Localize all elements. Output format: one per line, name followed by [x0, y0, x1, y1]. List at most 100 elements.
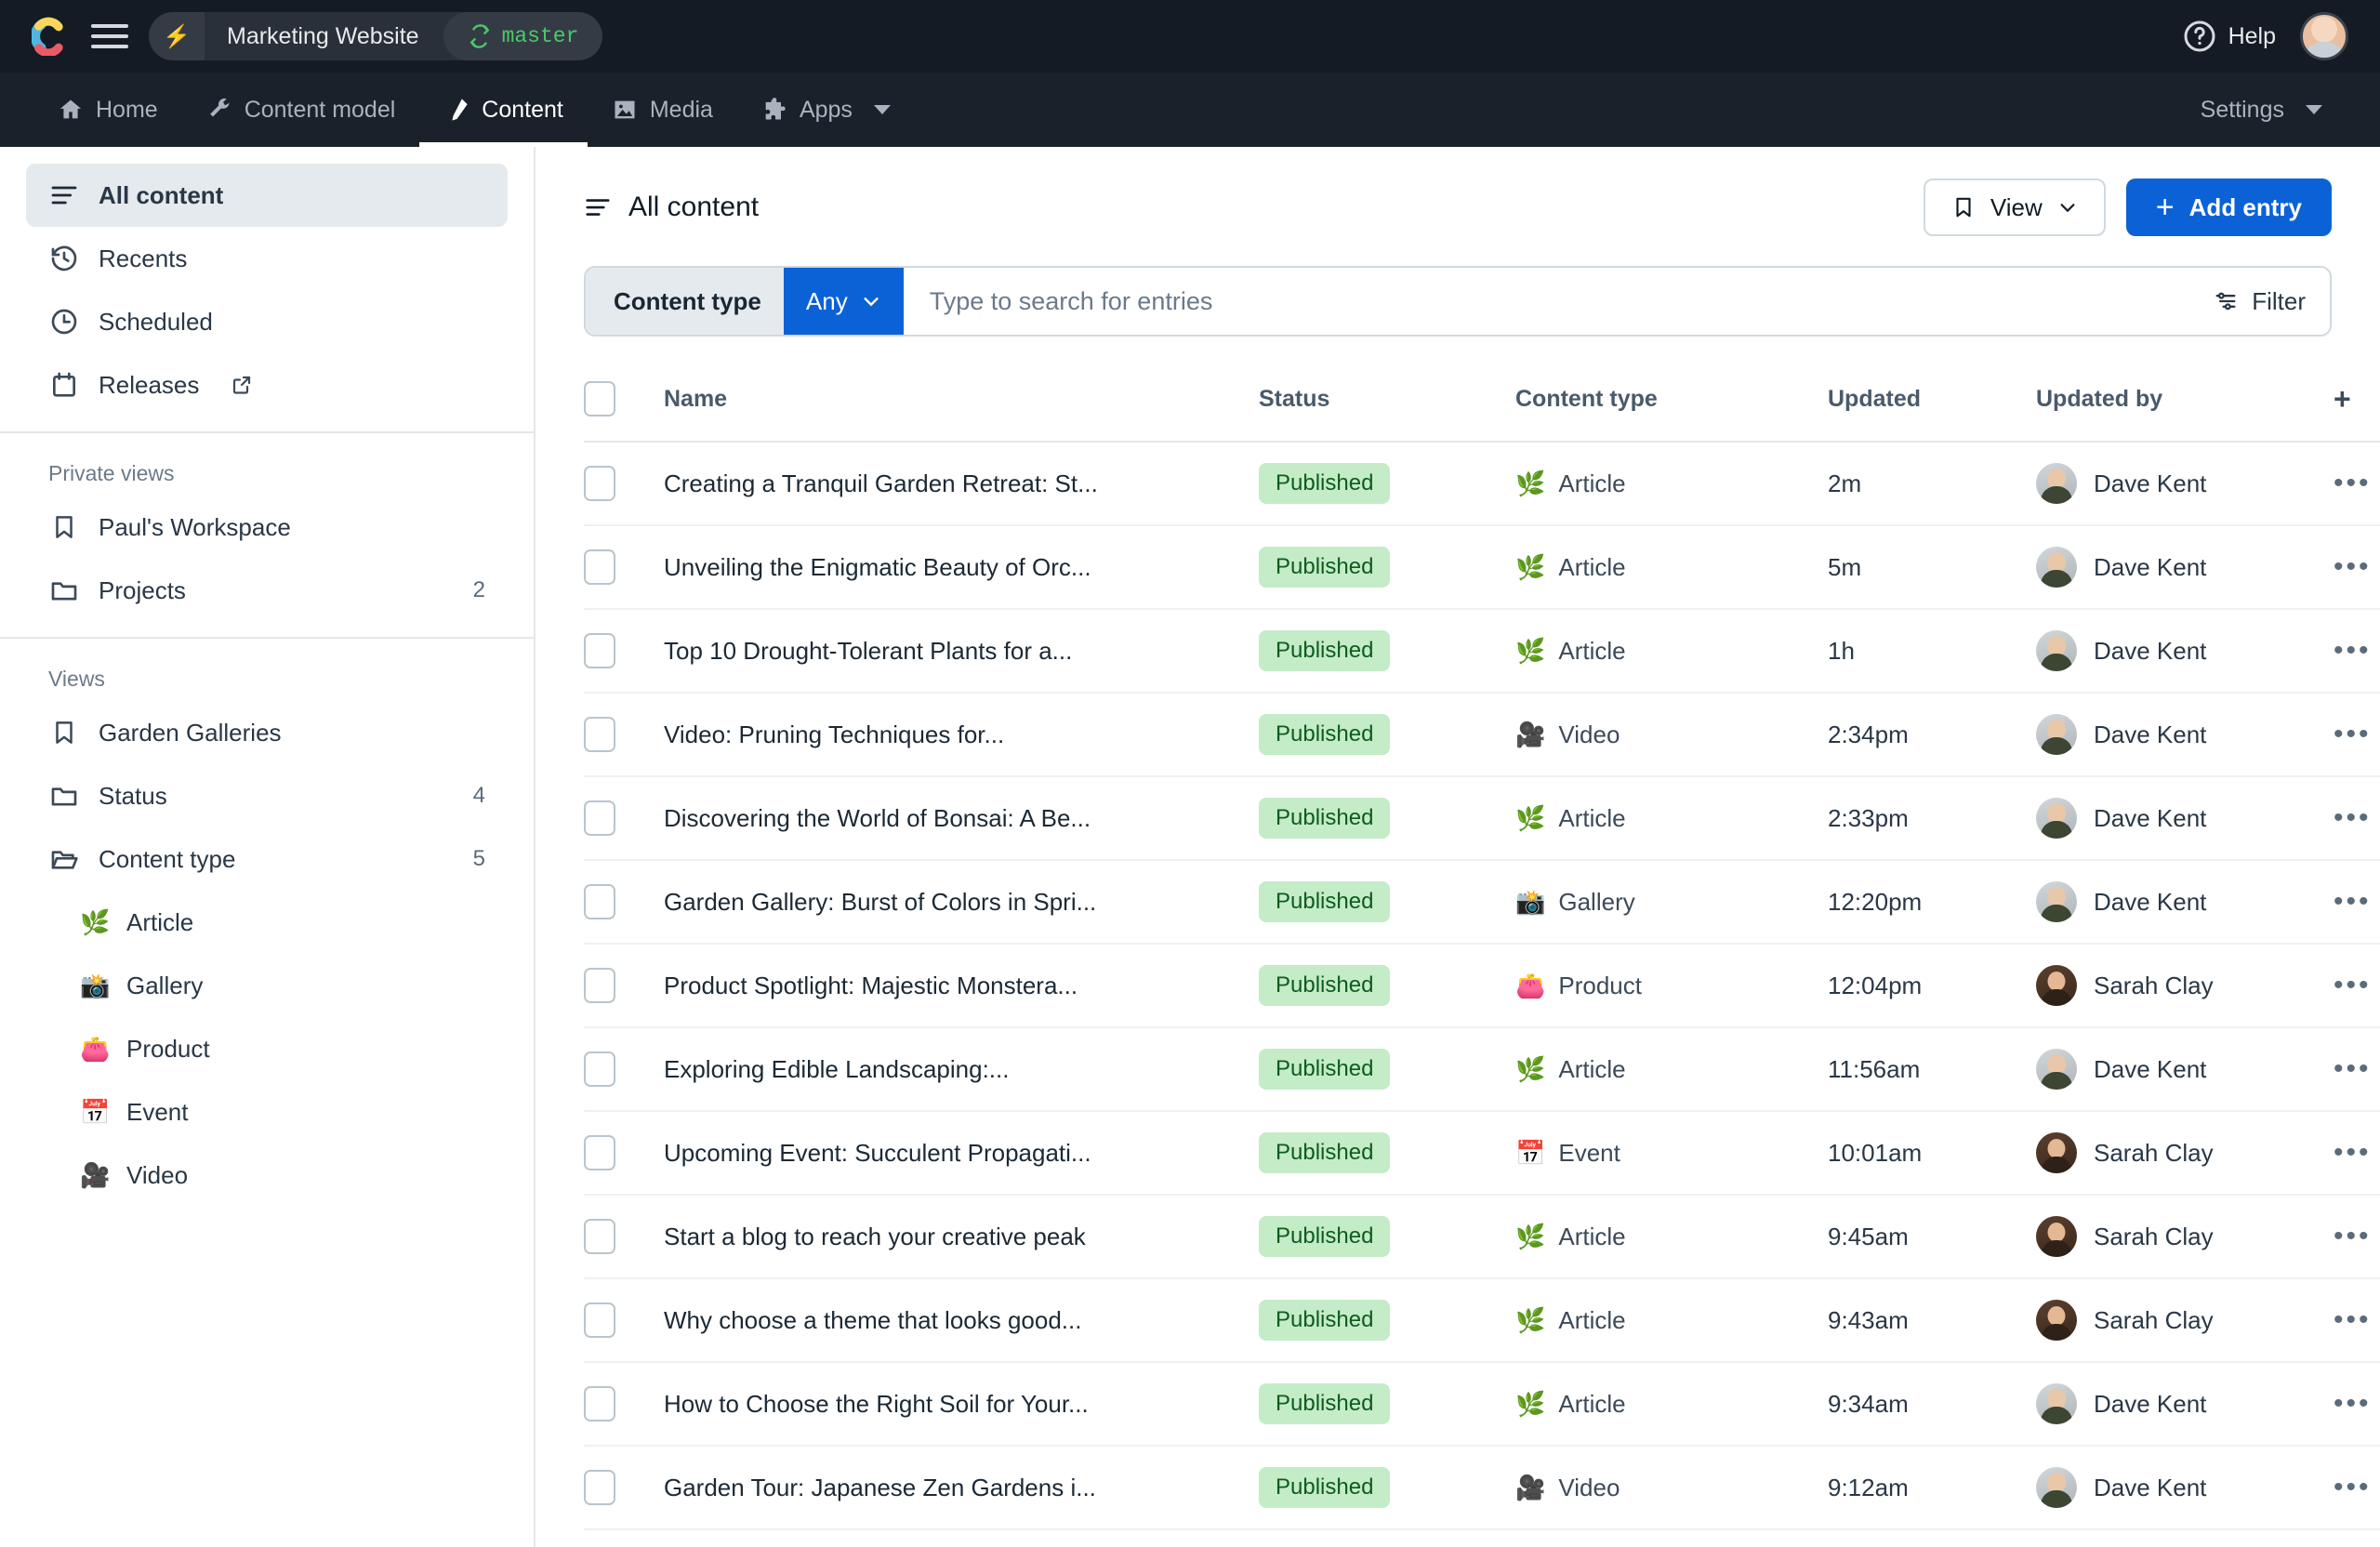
table-row[interactable]: Product Spotlight: Majestic Monstera... … [584, 944, 2380, 1028]
add-entry-button[interactable]: + Add entry [2125, 178, 2332, 236]
add-column-icon[interactable]: + [2334, 382, 2351, 416]
view-button[interactable]: View [1923, 178, 2106, 236]
row-checkbox[interactable] [584, 1219, 615, 1254]
entry-name[interactable]: Why choose a theme that looks good... [664, 1306, 1259, 1335]
search-input[interactable] [903, 286, 2214, 316]
entry-name[interactable]: Upcoming Event: Succulent Propagati... [664, 1139, 1259, 1168]
row-name-cell[interactable]: How to Choose the Right Soil for Your... [664, 1362, 1259, 1447]
row-name-cell[interactable]: Garden Gallery: Burst of Colors in Spri.… [664, 860, 1259, 945]
entry-name[interactable]: Top 10 Drought-Tolerant Plants for a... [664, 637, 1259, 666]
row-actions-menu-icon[interactable]: ••• [2334, 1304, 2372, 1335]
table-row[interactable]: Garden Gallery: Burst of Colors in Spri.… [584, 860, 2380, 945]
nav-item-home[interactable]: Home [33, 73, 182, 147]
row-name-cell[interactable]: Exploring Edible Landscaping:... [664, 1027, 1259, 1112]
environment-selector[interactable]: master [443, 12, 603, 60]
entry-name[interactable]: How to Choose the Right Soil for Your... [664, 1390, 1259, 1419]
table-row[interactable]: Creating a Tranquil Garden Retreat: St..… [584, 442, 2380, 526]
row-checkbox[interactable] [584, 466, 615, 501]
nav-item-apps[interactable]: Apps [737, 73, 915, 147]
sidebar-item-recents[interactable]: Recents [26, 227, 508, 290]
entry-name[interactable]: Unveiling the Enigmatic Beauty of Orc... [664, 553, 1259, 582]
row-checkbox[interactable] [584, 884, 615, 919]
row-actions-menu-icon[interactable]: ••• [2334, 802, 2372, 833]
table-row[interactable]: Garden Tour: Japanese Zen Gardens i... P… [584, 1446, 2380, 1530]
entry-name[interactable]: Garden Tour: Japanese Zen Gardens i... [664, 1474, 1259, 1502]
nav-item-media[interactable]: Media [588, 73, 737, 147]
sidebar-item-event[interactable]: 📅 Event [26, 1080, 508, 1144]
sidebar-item-status[interactable]: Status 4 [26, 764, 508, 827]
table-row[interactable]: Discovering the World of Bonsai: A Be...… [584, 776, 2380, 861]
entry-name[interactable]: Video: Pruning Techniques for... [664, 721, 1259, 749]
sidebar-item-pauls-workspace[interactable]: Paul's Workspace [26, 496, 508, 559]
help-button[interactable]: Help [2183, 20, 2276, 53]
row-checkbox[interactable] [584, 1386, 615, 1421]
row-actions-menu-icon[interactable]: ••• [2334, 970, 2372, 1000]
table-row[interactable]: Upcoming Event: Succulent Propagati... P… [584, 1111, 2380, 1196]
table-row[interactable]: Why choose a theme that looks good... Pu… [584, 1278, 2380, 1363]
sidebar-item-content-type[interactable]: Content type 5 [26, 827, 508, 891]
row-actions-menu-icon[interactable]: ••• [2334, 719, 2372, 749]
row-checkbox[interactable] [584, 1051, 615, 1087]
table-row[interactable]: Video: Pruning Techniques for... Publish… [584, 693, 2380, 777]
sidebar-item-video[interactable]: 🎥 Video [26, 1144, 508, 1207]
row-actions-menu-icon[interactable]: ••• [2334, 635, 2372, 666]
table-row[interactable]: Start a blog to reach your creative peak… [584, 1195, 2380, 1279]
content-type-filter-label[interactable]: Content type [586, 268, 784, 335]
row-actions-menu-icon[interactable]: ••• [2334, 468, 2372, 498]
table-row[interactable]: Exploring Edible Landscaping:... Publish… [584, 1027, 2380, 1112]
row-name-cell[interactable]: Product Spotlight: Majestic Monstera... [664, 944, 1259, 1028]
row-actions-menu-icon[interactable]: ••• [2334, 1137, 2372, 1168]
space-selector[interactable]: ⚡ Marketing Website master [149, 12, 603, 60]
hamburger-icon[interactable] [91, 22, 128, 50]
row-checkbox[interactable] [584, 1135, 615, 1170]
entry-name[interactable]: Garden Gallery: Burst of Colors in Spri.… [664, 888, 1259, 917]
row-checkbox[interactable] [584, 1302, 615, 1338]
row-checkbox[interactable] [584, 968, 615, 1003]
sidebar-item-product[interactable]: 👛 Product [26, 1017, 508, 1080]
sidebar-item-all-content[interactable]: All content [26, 164, 508, 227]
nav-item-settings[interactable]: Settings [2176, 97, 2347, 124]
entry-name[interactable]: Start a blog to reach your creative peak [664, 1223, 1259, 1251]
select-all-checkbox[interactable] [584, 381, 615, 416]
row-actions-menu-icon[interactable]: ••• [2334, 551, 2372, 582]
table-row[interactable]: Top 10 Drought-Tolerant Plants for a... … [584, 609, 2380, 694]
row-checkbox[interactable] [584, 549, 615, 585]
nav-item-content[interactable]: Content [419, 73, 588, 147]
entry-name[interactable]: Exploring Edible Landscaping:... [664, 1055, 1259, 1084]
row-checkbox[interactable] [584, 633, 615, 668]
row-name-cell[interactable]: Start a blog to reach your creative peak [664, 1195, 1259, 1279]
entry-name[interactable]: Product Spotlight: Majestic Monstera... [664, 972, 1259, 1000]
row-name-cell[interactable]: Creating a Tranquil Garden Retreat: St..… [664, 442, 1259, 526]
row-actions-menu-icon[interactable]: ••• [2334, 1221, 2372, 1251]
row-name-cell[interactable]: Upcoming Event: Succulent Propagati... [664, 1111, 1259, 1196]
contentful-logo[interactable] [32, 17, 71, 56]
sidebar-item-scheduled[interactable]: Scheduled [26, 290, 508, 353]
row-checkbox[interactable] [584, 717, 615, 752]
row-actions-menu-icon[interactable]: ••• [2334, 1472, 2372, 1502]
row-name-cell[interactable]: Top 10 Drought-Tolerant Plants for a... [664, 609, 1259, 694]
sidebar-item-releases[interactable]: Releases [26, 353, 508, 416]
sidebar-item-gallery[interactable]: 📸 Gallery [26, 954, 508, 1017]
row-name-cell[interactable]: Why choose a theme that looks good... [664, 1278, 1259, 1363]
space-name[interactable]: Marketing Website [205, 12, 443, 60]
column-header-status[interactable]: Status [1259, 361, 1515, 443]
column-header-name[interactable]: Name [664, 361, 1259, 443]
row-name-cell[interactable]: Discovering the World of Bonsai: A Be... [664, 776, 1259, 861]
user-avatar[interactable] [2300, 12, 2348, 60]
row-name-cell[interactable]: Garden Tour: Japanese Zen Gardens i... [664, 1446, 1259, 1530]
table-row[interactable]: How to Choose the Right Soil for Your...… [584, 1362, 2380, 1447]
row-actions-menu-icon[interactable]: ••• [2334, 1388, 2372, 1419]
filter-button[interactable]: Filter [2213, 287, 2306, 316]
column-header-updated[interactable]: Updated [1828, 361, 2036, 443]
nav-item-content-model[interactable]: Content model [182, 73, 420, 147]
row-actions-menu-icon[interactable]: ••• [2334, 1053, 2372, 1084]
entry-name[interactable]: Creating a Tranquil Garden Retreat: St..… [664, 469, 1259, 498]
sidebar-item-article[interactable]: 🌿 Article [26, 891, 508, 954]
row-checkbox[interactable] [584, 800, 615, 836]
bolt-icon[interactable]: ⚡ [149, 12, 205, 60]
row-checkbox[interactable] [584, 1470, 615, 1505]
entry-name[interactable]: Discovering the World of Bonsai: A Be... [664, 804, 1259, 833]
row-actions-menu-icon[interactable]: ••• [2334, 886, 2372, 917]
content-type-filter[interactable]: Content type Any [586, 268, 904, 335]
row-name-cell[interactable]: Unveiling the Enigmatic Beauty of Orc... [664, 525, 1259, 610]
